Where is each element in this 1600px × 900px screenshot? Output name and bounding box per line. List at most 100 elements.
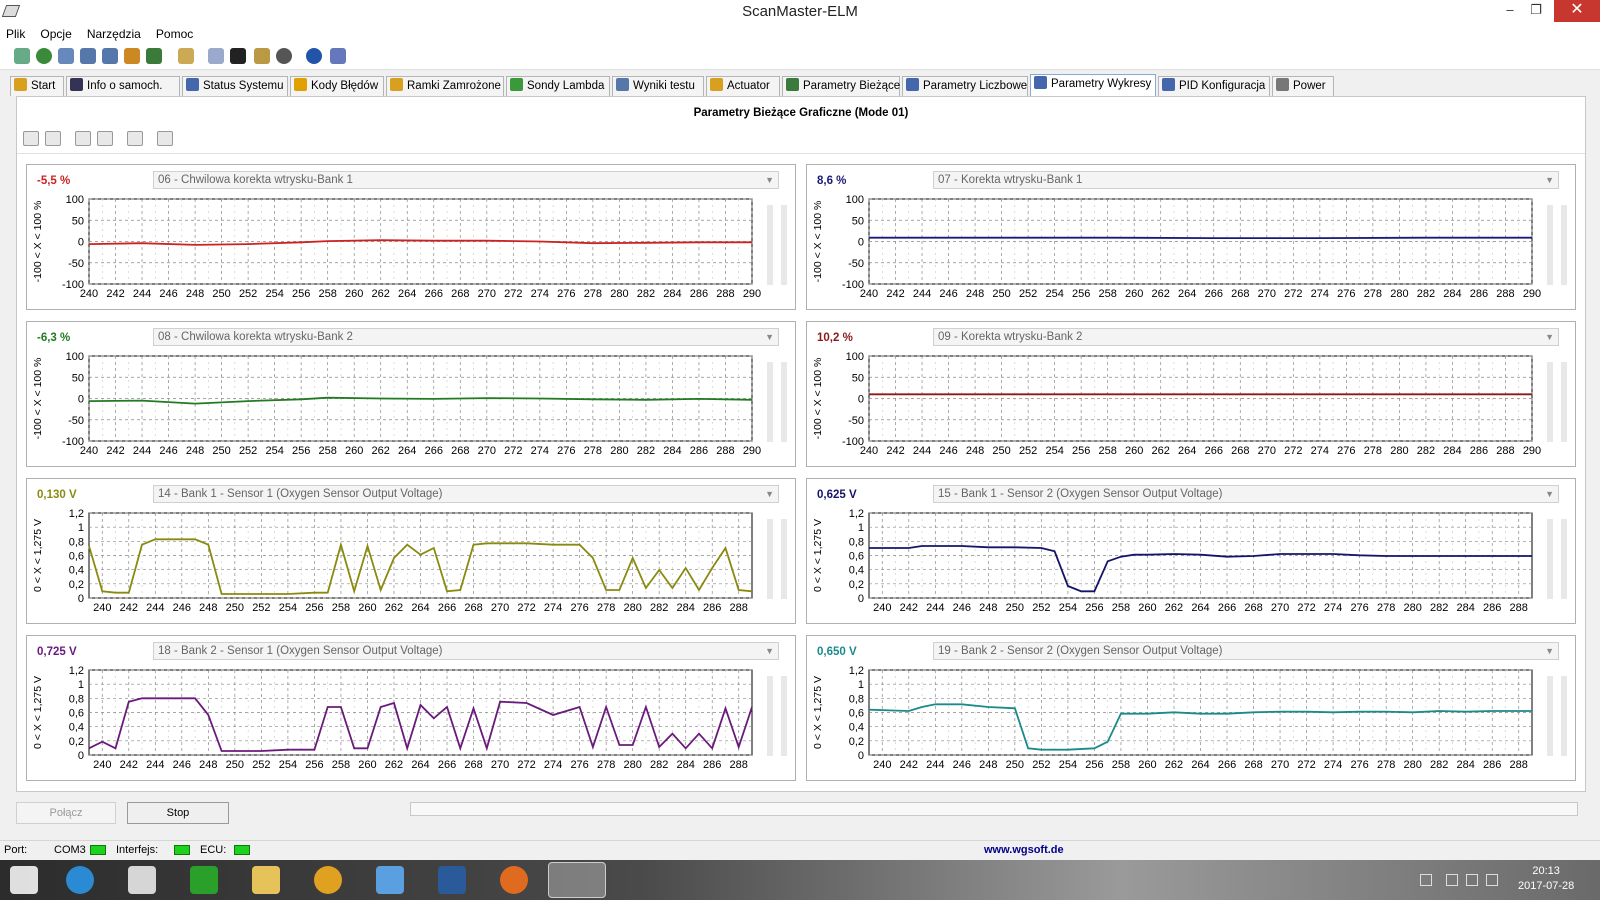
- tab-start[interactable]: Start: [10, 76, 64, 96]
- x-tick-label: 252: [1032, 602, 1050, 614]
- battery-icon[interactable]: [254, 48, 270, 64]
- maximize-button[interactable]: ❐: [1516, 0, 1556, 22]
- x-tick-label: 254: [265, 445, 283, 457]
- internet-explorer-icon[interactable]: [66, 866, 94, 894]
- open-icon[interactable]: [75, 131, 91, 146]
- connect-button[interactable]: Połącz: [16, 802, 116, 824]
- tab-parametry-wykresy[interactable]: Parametry Wykresy: [1030, 74, 1156, 96]
- scroll-track[interactable]: [1561, 676, 1567, 756]
- x-tick-label: 282: [637, 288, 655, 300]
- scroll-track[interactable]: [781, 205, 787, 285]
- monitor-icon[interactable]: [208, 48, 224, 64]
- scroll-track[interactable]: [1561, 205, 1567, 285]
- scroll-track[interactable]: [1547, 362, 1553, 442]
- globe-icon[interactable]: [36, 48, 52, 64]
- connect-icon[interactable]: [14, 48, 30, 64]
- tab-label: Parametry Bieżące: [803, 80, 901, 92]
- x-tick-label: 260: [1125, 445, 1143, 457]
- stop-button[interactable]: Stop: [127, 802, 229, 824]
- menu-file[interactable]: Plik: [0, 24, 31, 44]
- menu-options[interactable]: Opcje: [34, 24, 77, 44]
- menu-help[interactable]: Pomoc: [150, 24, 199, 44]
- scroll-track[interactable]: [1561, 519, 1567, 599]
- exit-icon[interactable]: [330, 48, 346, 64]
- x-tick-label: 264: [1178, 445, 1196, 457]
- x-tick-label: 270: [491, 759, 509, 771]
- scroll-track[interactable]: [781, 362, 787, 442]
- scroll-track[interactable]: [1547, 519, 1553, 599]
- tab-status-systemu[interactable]: Status Systemu: [182, 76, 288, 96]
- x-tick-label: 286: [1483, 602, 1501, 614]
- tab-kody-błędów[interactable]: Kody Błędów: [290, 76, 384, 96]
- store-icon[interactable]: [190, 866, 218, 894]
- firefox-icon[interactable]: [500, 866, 528, 894]
- lambda-icon[interactable]: [146, 48, 162, 64]
- file-explorer-icon[interactable]: [252, 866, 280, 894]
- y-tick-label: 0: [858, 237, 864, 249]
- tab-parametry-liczbowe[interactable]: Parametry Liczbowe: [902, 76, 1028, 96]
- network-icon[interactable]: [1466, 874, 1478, 886]
- grid-icon[interactable]: [80, 48, 96, 64]
- add-chart-icon[interactable]: [23, 131, 39, 146]
- x-tick-label: 242: [106, 288, 124, 300]
- tab-power[interactable]: Power: [1272, 76, 1334, 96]
- scroll-track[interactable]: [767, 362, 773, 442]
- tab-label: Status Systemu: [203, 80, 284, 92]
- close-button[interactable]: ✕: [1554, 0, 1600, 22]
- battery-icon[interactable]: [1446, 874, 1458, 886]
- info-icon[interactable]: [306, 48, 322, 64]
- x-tick-label: 290: [743, 288, 761, 300]
- y-tick-label: 50: [72, 215, 84, 227]
- clipboard-icon[interactable]: [178, 48, 194, 64]
- scroll-track[interactable]: [767, 676, 773, 756]
- x-tick-label: 288: [1496, 445, 1514, 457]
- tab-sondy-lambda[interactable]: Sondy Lambda: [506, 76, 610, 96]
- scroll-track[interactable]: [767, 205, 773, 285]
- x-tick-label: 262: [1152, 445, 1170, 457]
- x-tick-label: 282: [1417, 445, 1435, 457]
- tab-ramki-zamrożone[interactable]: Ramki Zamrożone: [386, 76, 504, 96]
- tab-label: Kody Błędów: [311, 80, 379, 92]
- menu-tools[interactable]: Narzędzia: [81, 24, 147, 44]
- windows-start-icon[interactable]: [10, 866, 38, 894]
- tab-actuator[interactable]: Actuator: [706, 76, 780, 96]
- x-tick-label: 256: [305, 759, 323, 771]
- table-icon[interactable]: [102, 48, 118, 64]
- x-tick-label: 248: [979, 759, 997, 771]
- tab-info-o-samoch-[interactable]: Info o samoch.: [66, 76, 180, 96]
- x-tick-label: 286: [1470, 445, 1488, 457]
- line-chart: 240 242 244 246 248 250 252 254 256 258 260 262 264 2…: [812, 194, 1541, 300]
- scroll-track[interactable]: [781, 519, 787, 599]
- home-icon[interactable]: [128, 866, 156, 894]
- document-icon[interactable]: [58, 48, 74, 64]
- taskbar: 20:13 2017-07-28: [0, 860, 1600, 900]
- desktop-icon[interactable]: [438, 866, 466, 894]
- stop-circle-icon[interactable]: [276, 48, 292, 64]
- tab-pid-konfiguracja[interactable]: PID Konfiguracja: [1158, 76, 1270, 96]
- music-icon[interactable]: [314, 866, 342, 894]
- scanmaster-taskbar-icon[interactable]: [548, 862, 606, 898]
- remove-chart-icon[interactable]: [45, 131, 61, 146]
- graph-icon[interactable]: [124, 48, 140, 64]
- scroll-track[interactable]: [781, 676, 787, 756]
- flag-icon[interactable]: [1420, 874, 1432, 886]
- terminal-icon[interactable]: [230, 48, 246, 64]
- warning-icon: [294, 78, 307, 91]
- mail-icon[interactable]: [376, 866, 404, 894]
- website-link[interactable]: www.wgsoft.de: [984, 844, 1064, 856]
- x-tick-label: 242: [900, 759, 918, 771]
- x-tick-label: 280: [623, 602, 641, 614]
- export-icon[interactable]: [157, 131, 173, 146]
- y-axis-label: 0 < X < 1,275 V: [32, 519, 44, 592]
- tab-parametry-bieżące[interactable]: Parametry Bieżące: [782, 76, 900, 96]
- volume-icon[interactable]: [1486, 874, 1498, 886]
- tab-wyniki-testu[interactable]: Wyniki testu: [612, 76, 704, 96]
- scroll-track[interactable]: [1561, 362, 1567, 442]
- scroll-track[interactable]: [767, 519, 773, 599]
- clock[interactable]: 20:13 2017-07-28: [1518, 864, 1574, 894]
- x-tick-label: 280: [1403, 602, 1421, 614]
- print-icon[interactable]: [127, 131, 143, 146]
- scroll-track[interactable]: [1547, 205, 1553, 285]
- save-icon[interactable]: [97, 131, 113, 146]
- scroll-track[interactable]: [1547, 676, 1553, 756]
